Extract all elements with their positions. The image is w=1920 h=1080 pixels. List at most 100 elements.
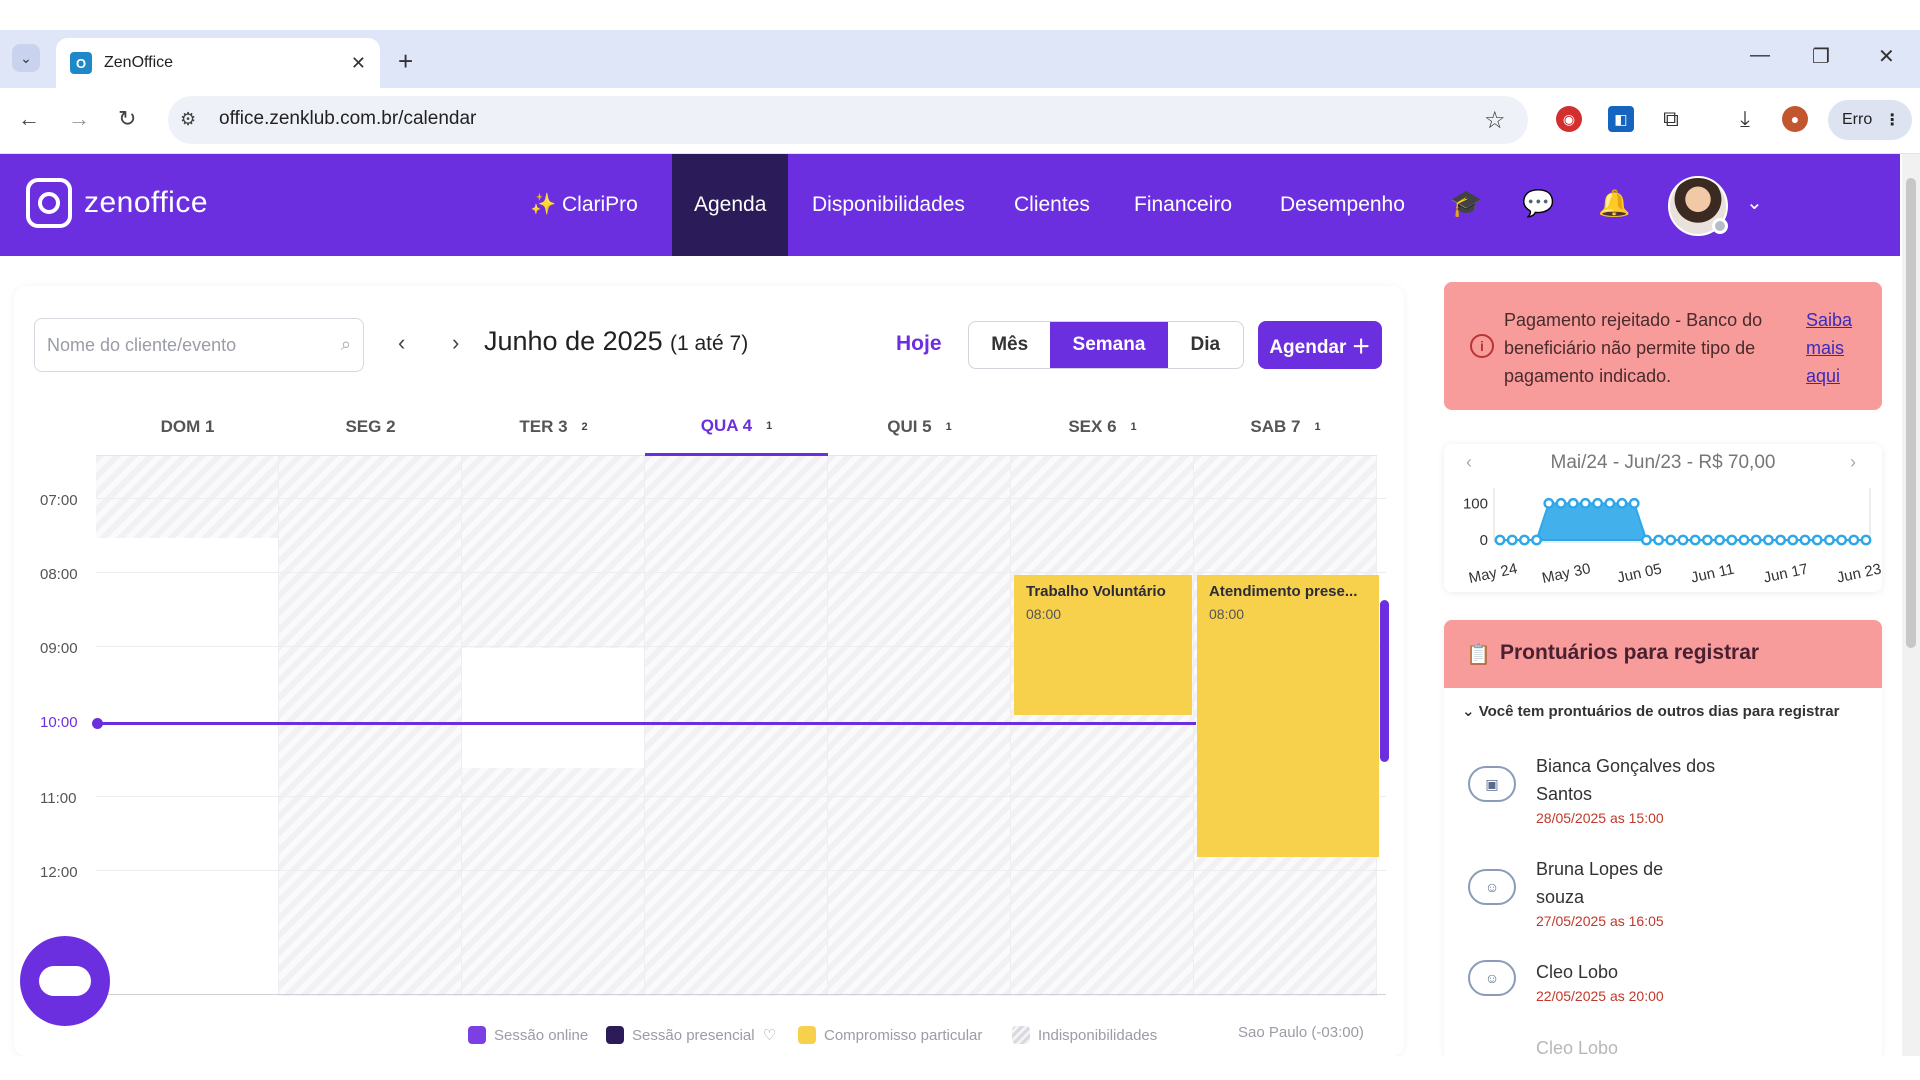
day-label: SAB 7 [1250, 416, 1301, 436]
hour-line [96, 796, 1386, 797]
prontuarios-title: Prontuários para registrar [1500, 641, 1760, 664]
page-scrollbar[interactable] [1902, 154, 1920, 1056]
bookmark-star-icon[interactable]: ☆ [1484, 106, 1506, 135]
zenoffice-favicon-icon: O [70, 52, 92, 74]
tab-title: ZenOffice [104, 54, 174, 71]
day-label: QUA 4 [700, 415, 753, 435]
x-tick-label: Jun 05 [1616, 561, 1664, 587]
client-name: Bruna Lopes de souza [1536, 859, 1664, 907]
data-point [1775, 534, 1786, 546]
site-info-icon[interactable]: ⚙ [180, 109, 196, 130]
x-tick-label: May 30 [1540, 560, 1592, 587]
data-point [1836, 534, 1847, 546]
data-point [1689, 534, 1701, 546]
data-point [1787, 534, 1799, 546]
nav-clientes[interactable]: Clientes [992, 154, 1112, 256]
bell-icon[interactable]: 🔔 [1598, 188, 1630, 219]
day-header-ter[interactable]: TER 3 2 [462, 398, 645, 456]
extension-red-icon[interactable]: ◉ [1556, 106, 1582, 132]
nav-desempenho[interactable]: Desempenho [1258, 154, 1427, 256]
graduation-cap-icon[interactable]: 🎓 [1450, 188, 1482, 219]
chat-icon[interactable]: 💬 [1522, 188, 1554, 219]
close-window-button[interactable]: ✕ [1878, 44, 1895, 69]
data-point [1738, 534, 1750, 546]
nav-financeiro[interactable]: Financeiro [1112, 154, 1254, 256]
legend-swatch [468, 1026, 486, 1044]
chart-next-icon[interactable]: › [1850, 452, 1856, 473]
reload-button[interactable]: ↻ [118, 106, 136, 132]
search-input[interactable]: Nome do cliente/evento ⌕ [34, 318, 364, 372]
legend-swatch [798, 1026, 816, 1044]
chevron-down-icon: ⌄ [1462, 703, 1479, 720]
downloads-icon[interactable]: ⤓ [1732, 106, 1758, 132]
profile-error-chip[interactable]: Erro ⋮ [1828, 100, 1912, 140]
day-header-seg[interactable]: SEG 2 [279, 398, 462, 456]
day-column[interactable] [1011, 456, 1194, 996]
prontuarios-subtitle-toggle[interactable]: ⌄ Você tem prontuários de outros dias pa… [1462, 702, 1839, 720]
day-column[interactable] [828, 456, 1011, 996]
today-button[interactable]: Hoje [896, 332, 942, 356]
day-column[interactable] [645, 456, 828, 996]
day-label: QUI 5 [887, 416, 932, 436]
restore-button[interactable]: ❐ [1812, 44, 1830, 69]
hour-line [96, 870, 1386, 871]
event-atendimento-presencial[interactable]: Atendimento prese... 08:00 [1197, 575, 1379, 857]
back-button[interactable]: ← [18, 106, 40, 132]
view-day-button[interactable]: Dia [1168, 322, 1243, 368]
nav-disponibilidades[interactable]: Disponibilidades [790, 154, 987, 256]
data-point [1677, 534, 1689, 546]
legend-compromisso: Compromisso particular [798, 1026, 982, 1044]
nav-claripro[interactable]: ✨ ClariPro [508, 154, 660, 256]
new-tab-button[interactable]: + [398, 46, 413, 77]
chevron-down-icon[interactable]: ⌄ [1746, 190, 1763, 215]
search-placeholder: Nome do cliente/evento [47, 335, 237, 355]
browser-menu-icon[interactable]: ⋮ [1884, 110, 1900, 130]
extension-blue-icon[interactable]: ◧ [1608, 106, 1634, 132]
grid-bottom-line [96, 994, 1386, 995]
scrollbar-thumb[interactable] [1906, 178, 1916, 648]
data-point [1823, 534, 1835, 546]
search-icon: ⌕ [340, 334, 351, 354]
event-trabalho-voluntario[interactable]: Trabalho Voluntário 08:00 [1014, 575, 1192, 715]
alert-message: Pagamento rejeitado - Banco do beneficiá… [1504, 310, 1763, 386]
previous-period-button[interactable]: ‹ [398, 330, 405, 356]
extensions-puzzle-icon[interactable]: ⧉ [1658, 106, 1684, 132]
legend-label: Compromisso particular [824, 1026, 983, 1044]
forward-button[interactable]: → [68, 106, 90, 132]
info-icon: i [1470, 334, 1494, 358]
chart-prev-icon[interactable]: ‹ [1466, 452, 1472, 473]
browser-tab[interactable]: O ZenOffice ✕ [56, 38, 380, 88]
day-column[interactable] [279, 456, 462, 996]
profile-avatar-icon[interactable]: ● [1782, 106, 1808, 132]
tab-search-button[interactable]: ⌄ [12, 44, 40, 72]
zenoffice-logo[interactable]: zenoffice [26, 178, 208, 228]
day-column[interactable] [96, 456, 279, 996]
grid-scrollbar[interactable] [1380, 600, 1389, 762]
data-point [1714, 534, 1725, 546]
url-text[interactable]: office.zenklub.com.br/calendar [219, 108, 476, 130]
legend-indisponibilidades: Indisponibilidades [1012, 1026, 1157, 1044]
day-header-qui[interactable]: QUI 5 1 [828, 398, 1011, 456]
day-event-count: 2 [581, 420, 588, 433]
next-period-button[interactable]: › [452, 330, 459, 356]
y-tick-label: 0 [1480, 532, 1488, 549]
day-header-sab[interactable]: SAB 7 1 [1194, 398, 1377, 456]
alert-link[interactable]: Saiba mais aqui [1806, 306, 1866, 390]
day-column[interactable] [462, 456, 645, 996]
chat-support-button[interactable] [20, 936, 110, 1026]
minimize-button[interactable]: — [1750, 44, 1770, 67]
view-week-button[interactable]: Semana [1050, 322, 1168, 368]
day-header-sex[interactable]: SEX 6 1 [1011, 398, 1194, 456]
day-header-qua[interactable]: QUA 4 1 [645, 398, 828, 456]
view-month-button[interactable]: Mês [969, 322, 1050, 368]
day-header-dom[interactable]: DOM 1 [96, 398, 279, 456]
week-grid[interactable] [96, 456, 1386, 996]
day-event-count: 1 [1314, 420, 1321, 433]
legend-swatch [606, 1026, 624, 1044]
current-hour-label: 10:00 [40, 714, 78, 731]
schedule-button[interactable]: Agendar ＋ [1258, 321, 1382, 369]
nav-agenda[interactable]: Agenda [672, 154, 788, 256]
hour-label: 08:00 [40, 566, 78, 583]
close-tab-icon[interactable]: ✕ [351, 53, 366, 74]
hour-label: 11:00 [40, 790, 77, 807]
